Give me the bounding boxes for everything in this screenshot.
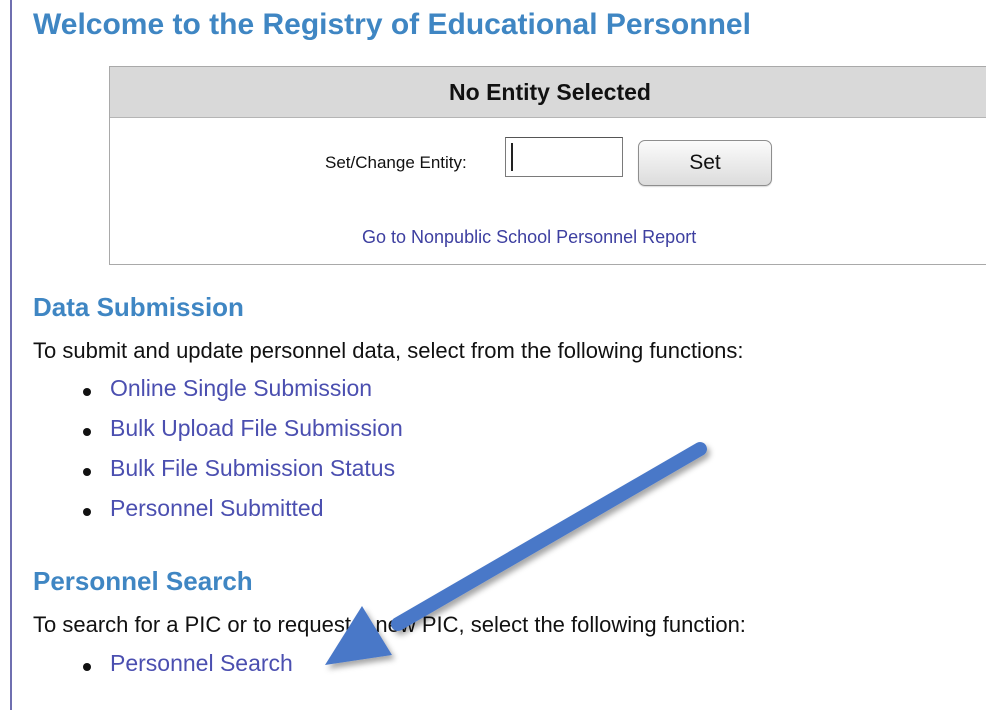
entity-status-text: No Entity Selected: [449, 78, 651, 105]
bullet-icon: [83, 428, 91, 436]
page: Welcome to the Registry of Educational P…: [0, 0, 986, 710]
personnel-search-description: To search for a PIC or to request a new …: [33, 612, 746, 637]
bullet-icon: [83, 663, 91, 671]
personnel-search-heading: Personnel Search: [33, 566, 253, 596]
bullet-icon: [83, 388, 91, 396]
nonpublic-report-link[interactable]: Go to Nonpublic School Personnel Report: [362, 227, 696, 248]
entity-panel-header: No Entity Selected: [110, 67, 986, 118]
personnel-search-link[interactable]: Personnel Search: [110, 650, 293, 677]
data-submission-description: To submit and update personnel data, sel…: [33, 338, 744, 363]
entity-panel: No Entity Selected Set/Change Entity: Se…: [109, 66, 986, 265]
set-entity-button[interactable]: Set: [638, 140, 772, 186]
data-submission-heading: Data Submission: [33, 292, 244, 322]
bulk-file-submission-status-link[interactable]: Bulk File Submission Status: [110, 455, 395, 482]
bulk-upload-file-submission-link[interactable]: Bulk Upload File Submission: [110, 415, 403, 442]
bullet-icon: [83, 468, 91, 476]
entity-input[interactable]: [505, 137, 623, 177]
bullet-icon: [83, 508, 91, 516]
left-border-rule: [10, 0, 12, 710]
text-caret: [511, 143, 513, 171]
personnel-submitted-link[interactable]: Personnel Submitted: [110, 495, 324, 522]
page-title: Welcome to the Registry of Educational P…: [33, 8, 751, 41]
online-single-submission-link[interactable]: Online Single Submission: [110, 375, 372, 402]
entity-label: Set/Change Entity:: [325, 153, 467, 172]
